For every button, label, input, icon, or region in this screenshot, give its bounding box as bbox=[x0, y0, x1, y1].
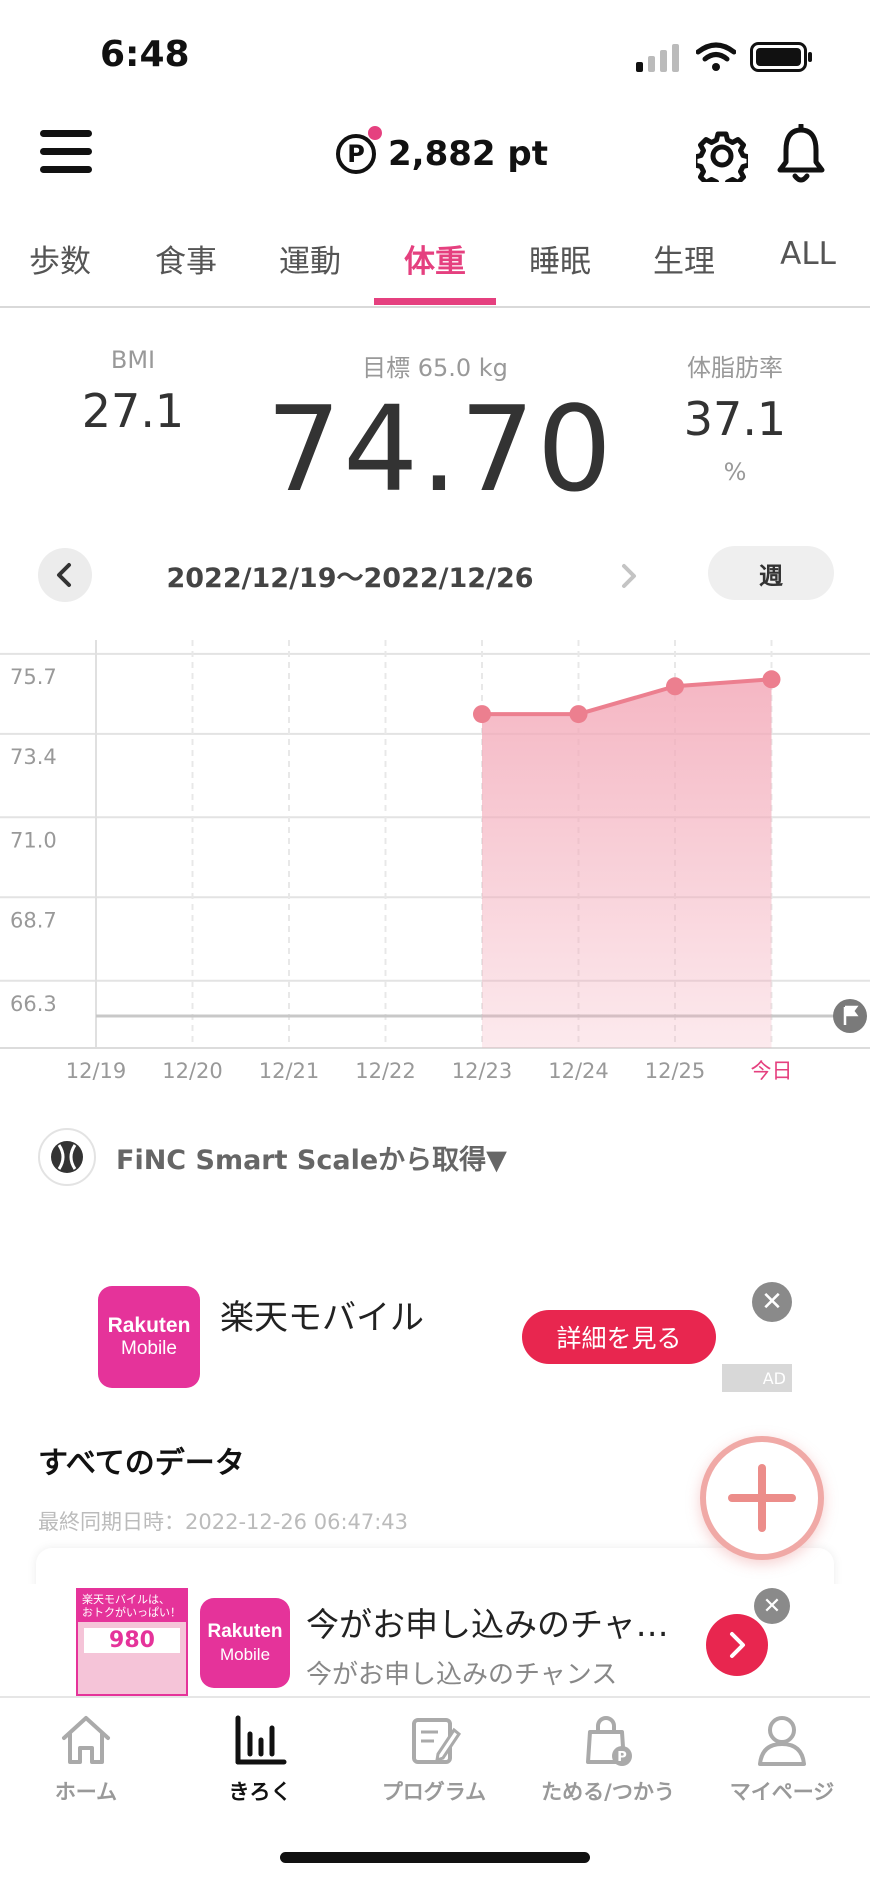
wifi-icon bbox=[696, 42, 736, 71]
plus-icon bbox=[728, 1464, 796, 1532]
data-source-selector[interactable]: FiNC Smart Scaleから取得▼ bbox=[116, 1138, 507, 1177]
tab-weight[interactable]: 体重 bbox=[374, 226, 496, 306]
x-tick-label: 12/23 bbox=[452, 1059, 513, 1080]
y-tick-label: 71.0 bbox=[10, 828, 57, 852]
body-fat-value: 37.1 bbox=[683, 392, 787, 446]
bell-icon[interactable] bbox=[776, 124, 826, 184]
gear-icon[interactable] bbox=[696, 130, 748, 182]
x-tick-label: 12/22 bbox=[355, 1059, 416, 1080]
home-indicator bbox=[280, 1852, 590, 1863]
person-icon bbox=[758, 1716, 806, 1766]
tab-sleep[interactable]: 睡眠 bbox=[498, 226, 622, 306]
last-sync-time: 最終同期日時：2022-12-26 06:47:43 bbox=[38, 1510, 409, 1534]
home-icon bbox=[62, 1716, 110, 1764]
bmi-value: 27.1 bbox=[81, 384, 185, 438]
category-tabs: 歩数 食事 運動 体重 睡眠 生理 ALL bbox=[0, 226, 870, 308]
tab-exercise[interactable]: 運動 bbox=[248, 226, 372, 306]
weight-area bbox=[482, 679, 772, 1048]
points-value: 2,882 pt bbox=[388, 134, 548, 174]
tab-period[interactable]: 生理 bbox=[622, 226, 746, 306]
points-icon: P bbox=[336, 126, 382, 174]
y-tick-label: 66.3 bbox=[10, 992, 57, 1016]
y-tick-label: 73.4 bbox=[10, 745, 57, 769]
all-data-title: すべてのデータ bbox=[38, 1446, 245, 1481]
x-tick-label: 12/24 bbox=[548, 1059, 609, 1080]
nav-mypage[interactable]: マイページ bbox=[702, 1710, 862, 1806]
ad-close-button[interactable]: ✕ bbox=[752, 1282, 792, 1322]
x-tick-label: 12/19 bbox=[66, 1059, 127, 1080]
body-fat-label: 体脂肪率 bbox=[687, 354, 783, 382]
tab-all[interactable]: ALL bbox=[746, 226, 870, 306]
banner-ad-go-button[interactable] bbox=[706, 1614, 768, 1676]
x-tick-label: 12/21 bbox=[259, 1059, 320, 1080]
ad-badge: AD bbox=[722, 1364, 792, 1392]
nav-program[interactable]: プログラム bbox=[354, 1710, 514, 1806]
y-tick-label: 75.7 bbox=[10, 665, 57, 689]
data-point bbox=[762, 670, 781, 689]
rakuten-mobile-logo-small[interactable]: Rakuten Mobile bbox=[200, 1598, 290, 1688]
add-record-button[interactable] bbox=[700, 1436, 824, 1560]
chevron-right-icon bbox=[730, 1632, 745, 1658]
data-point bbox=[473, 705, 491, 724]
rakuten-mobile-logo[interactable]: Rakuten Mobile bbox=[98, 1286, 200, 1388]
next-week-button[interactable] bbox=[608, 556, 648, 596]
goal-label: 目標 65.0 kg bbox=[362, 354, 508, 382]
ad-details-button[interactable]: 詳細を見る bbox=[522, 1310, 716, 1364]
y-tick-label: 68.7 bbox=[10, 908, 57, 932]
banner-ad-close-button[interactable]: ✕ bbox=[754, 1588, 790, 1624]
tab-meals[interactable]: 食事 bbox=[124, 226, 248, 306]
x-tick-label: 今日 bbox=[751, 1059, 793, 1080]
x-tick-label: 12/25 bbox=[645, 1059, 706, 1080]
ad-thumbnail[interactable]: 楽天モバイルは、 おトクがいっぱい！ 980 bbox=[76, 1588, 188, 1696]
nav-home[interactable]: ホーム bbox=[6, 1710, 166, 1806]
points-display[interactable]: P 2,882 pt bbox=[336, 126, 548, 182]
banner-ad-title[interactable]: 今がお申し込みのチャ… bbox=[306, 1598, 669, 1646]
period-toggle-button[interactable]: 週 bbox=[708, 546, 834, 600]
bmi-label: BMI bbox=[110, 346, 156, 374]
active-tab-indicator bbox=[374, 298, 496, 305]
nav-earn-use[interactable]: P ためる/つかう bbox=[528, 1710, 688, 1806]
date-range: 2022/12/19〜2022/12/26 bbox=[166, 563, 534, 594]
tab-steps[interactable]: 歩数 bbox=[0, 226, 120, 306]
nav-records[interactable]: きろく bbox=[180, 1710, 340, 1806]
data-point bbox=[569, 705, 588, 724]
weight-chart: 75.7 73.4 71.0 68.7 66.3 12/19 12/20 12/21 12/22… bbox=[0, 640, 870, 1080]
status-time: 6:48 bbox=[100, 34, 190, 75]
x-tick-label: 12/20 bbox=[162, 1059, 223, 1080]
shopping-bag-icon: P bbox=[586, 1716, 632, 1766]
svg-text:P: P bbox=[617, 1750, 627, 1765]
previous-week-button[interactable] bbox=[38, 548, 92, 602]
current-weight: 74.70 bbox=[266, 380, 614, 518]
menu-button[interactable] bbox=[40, 130, 92, 176]
chevron-left-icon bbox=[57, 563, 71, 587]
battery-icon bbox=[750, 42, 812, 72]
data-point bbox=[666, 677, 684, 696]
body-fat-unit: % bbox=[723, 458, 747, 486]
program-icon bbox=[412, 1718, 462, 1764]
scale-device-icon bbox=[38, 1128, 96, 1186]
banner-ad-subtitle: 今がお申し込みのチャンス bbox=[306, 1660, 618, 1690]
bar-chart-icon bbox=[235, 1715, 287, 1765]
cellular-signal-icon bbox=[636, 44, 679, 72]
ad-title[interactable]: 楽天モバイル bbox=[220, 1290, 424, 1339]
notification-dot bbox=[368, 126, 382, 140]
